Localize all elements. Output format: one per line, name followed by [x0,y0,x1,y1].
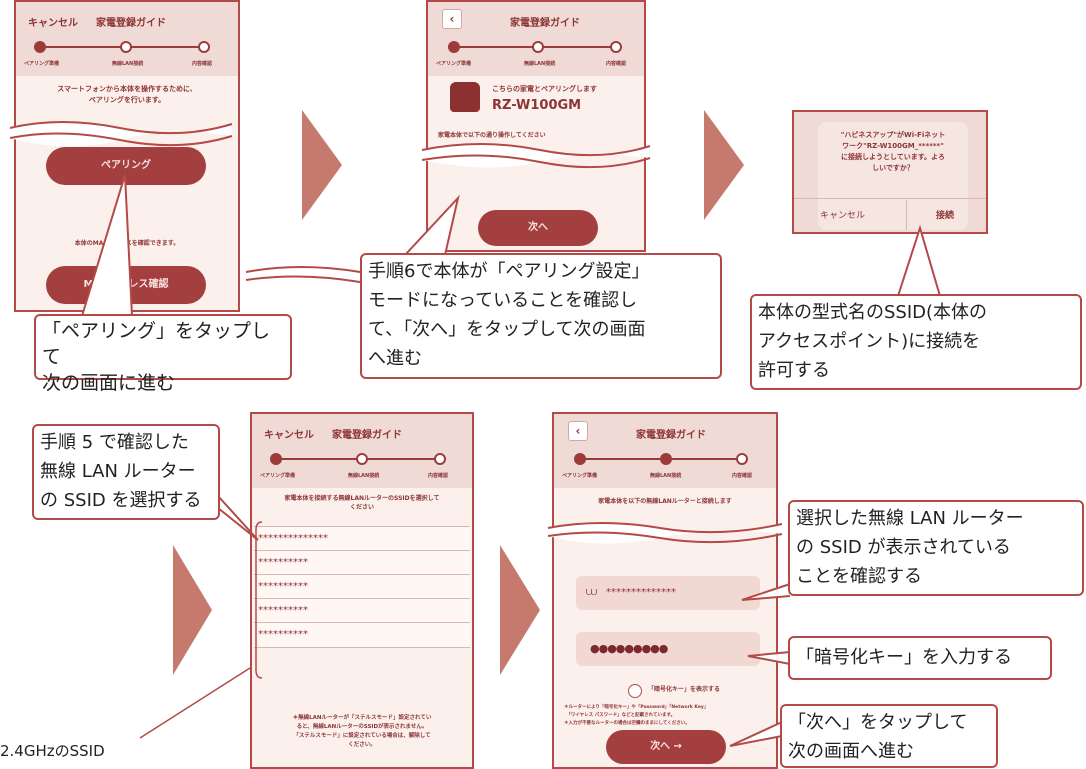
callout-allow-connection: 本体の型式名のSSID(本体の アクセスポイント)に接続を 許可する [750,294,1082,390]
label-2-4ghz-ssid: 2.4GHzのSSID [0,742,105,760]
callout-tap-next: 「次へ」をタップして 次の画面へ進む [780,704,998,768]
callout-verify-ssid: 選択した無線 LAN ルーター の SSID が表示されている ことを確認する [788,500,1084,596]
callout-select-ssid: 手順 5 で確認した 無線 LAN ルーター の SSID を選択する [32,424,220,520]
callout-tap-pairing: 「ペアリング」をタップして 次の画面に進む [34,314,292,394]
callout-confirm-pairing-mode: 手順6で本体が「ペアリング設定」 モードになっていることを確認し て、「次へ」を… [360,253,722,379]
callout-enter-key: 「暗号化キー」を入力する [788,636,1052,680]
